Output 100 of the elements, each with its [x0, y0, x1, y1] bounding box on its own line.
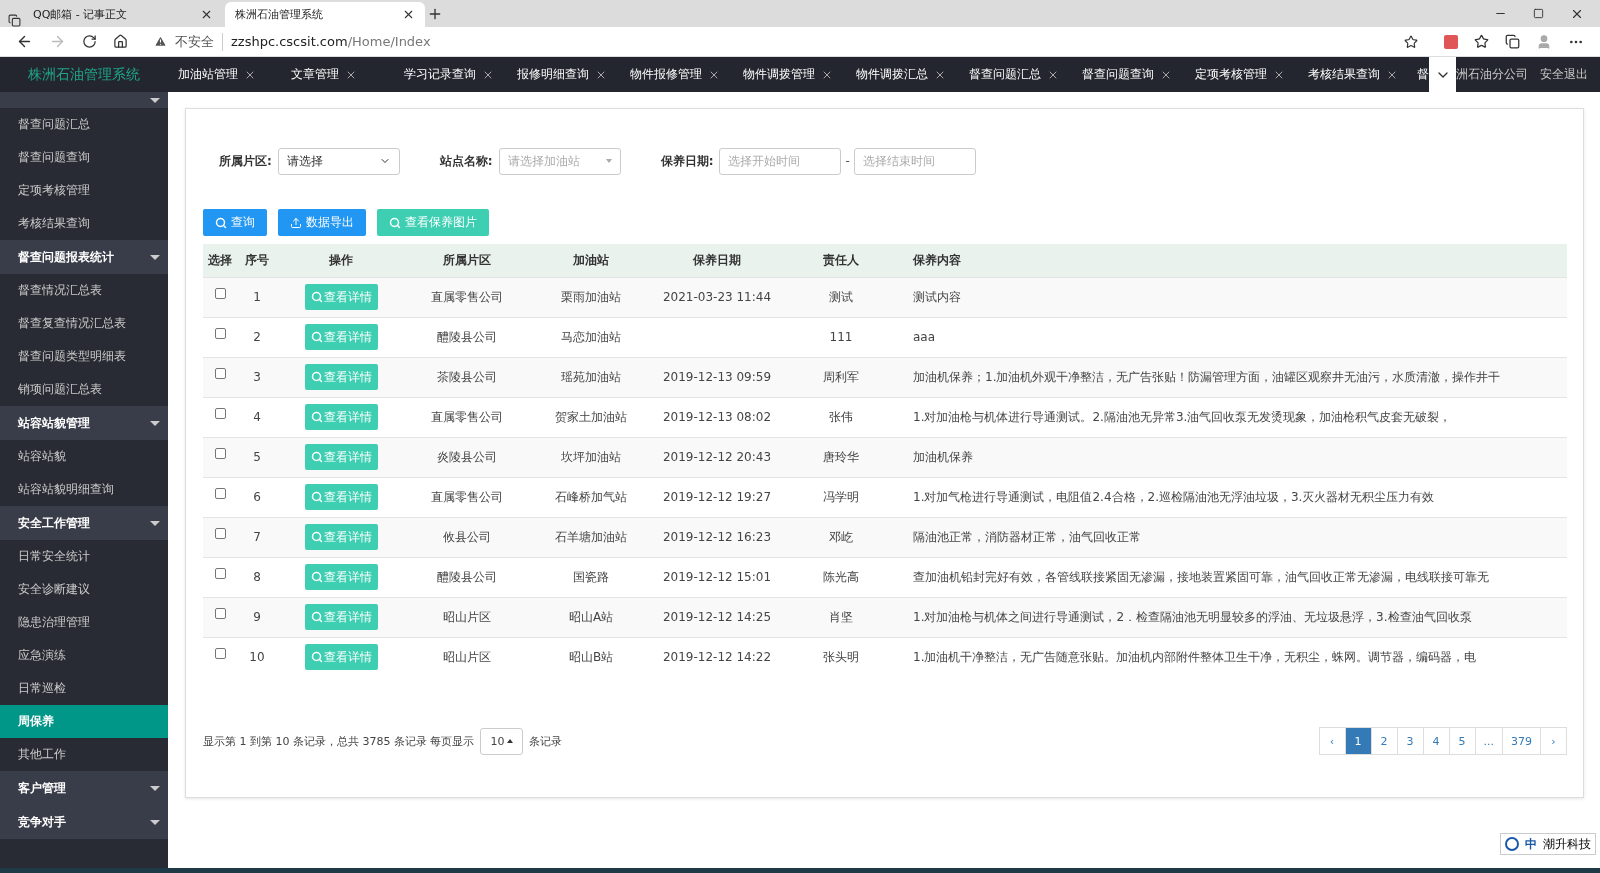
row-checkbox[interactable]	[214, 368, 226, 379]
sidebar-item[interactable]: 周保养	[0, 705, 168, 738]
sidebar-group[interactable]: 站容站貌管理	[0, 406, 168, 440]
area-select[interactable]: 请选择	[277, 147, 400, 175]
page-tab[interactable]: 督	[1411, 66, 1429, 83]
column-header: 选择	[203, 244, 237, 277]
column-header: 序号	[237, 244, 277, 277]
page-tab[interactable]: 考核结果查询	[1298, 66, 1411, 83]
search-icon	[310, 371, 323, 383]
back-icon[interactable]	[16, 33, 33, 50]
restore-icon[interactable]	[1533, 8, 1544, 19]
table-cell: 测试	[781, 277, 901, 317]
row-checkbox[interactable]	[214, 408, 226, 419]
page-link[interactable]: 1	[1344, 727, 1372, 755]
table-cell: 2	[237, 317, 277, 357]
group-label: 站容站貌管理	[18, 414, 90, 432]
table-cell: 2021-03-23 11:44	[653, 277, 781, 317]
ime-language[interactable]: 中	[1525, 835, 1537, 853]
extension-icon[interactable]	[1444, 34, 1458, 49]
table-cell: 10	[237, 637, 277, 677]
table-cell: 2019-12-12 19:27	[653, 477, 781, 517]
page-tab[interactable]: 物件调拨管理	[733, 66, 846, 83]
row-checkbox[interactable]	[214, 288, 226, 299]
page-tab[interactable]: 物件报修管理	[620, 66, 733, 83]
page-link[interactable]: 3	[1396, 727, 1424, 755]
group-label: 客户管理	[18, 779, 66, 797]
row-checkbox[interactable]	[214, 648, 226, 660]
table-cell: 7	[237, 517, 277, 557]
table-cell: 2019-12-13 09:59	[653, 357, 781, 397]
company-name: 洲石油分公司	[1456, 66, 1528, 83]
table-cell: 贺家土加油站	[529, 397, 653, 437]
table-cell: 6	[237, 477, 277, 517]
table-cell: 陈光高	[781, 557, 901, 597]
browser-tab[interactable]: QQ邮箱 - 记事正文	[23, 2, 223, 27]
records-summary: 显示第 1 到第 10 条记录，总共 3785 条记录 每页显示	[203, 733, 475, 749]
close-icon[interactable]	[402, 8, 415, 21]
table-cell: aaa	[901, 317, 1567, 357]
favorite-add-icon[interactable]	[1404, 34, 1418, 49]
page-link[interactable]: ›	[1540, 727, 1567, 755]
caret-icon	[507, 739, 514, 743]
close-icon[interactable]	[200, 8, 213, 21]
favorites-icon[interactable]	[1474, 34, 1489, 49]
page-link[interactable]: 4	[1422, 727, 1450, 755]
page-link[interactable]: 5	[1448, 727, 1476, 755]
browser-tab[interactable]: 株洲石油管理系统	[225, 2, 425, 27]
page-tab[interactable]: 督查问题查询	[1072, 66, 1185, 83]
tab-menu-button[interactable]	[1429, 57, 1456, 92]
ime-logo-icon	[1505, 837, 1519, 851]
row-checkbox[interactable]	[214, 568, 226, 579]
table-cell: 石峰桥加气站	[529, 477, 653, 517]
table-cell: 坎坪加油站	[529, 437, 653, 477]
search-icon	[310, 411, 323, 423]
sidebar-group[interactable]: 竞争对手	[0, 805, 168, 839]
table-cell: 2019-12-12 16:23	[653, 517, 781, 557]
page-link[interactable]: 379	[1502, 727, 1541, 755]
tab-actions-icon[interactable]	[8, 14, 21, 27]
reload-icon[interactable]	[82, 34, 97, 49]
page-tab[interactable]: 定项考核管理	[1185, 66, 1298, 83]
search-icon	[310, 331, 323, 343]
row-checkbox[interactable]	[214, 488, 226, 499]
row-checkbox[interactable]	[214, 448, 226, 459]
table-cell: 直属零售公司	[405, 277, 529, 317]
table-cell: 唐玲华	[781, 437, 901, 477]
column-header: 责任人	[781, 244, 901, 277]
logout-link[interactable]: 安全退出	[1540, 66, 1588, 83]
page-link[interactable]: 2	[1370, 727, 1398, 755]
group-label: 竞争对手	[18, 813, 66, 831]
table-cell: 加油机保养；1.加油机外观干净整洁，无广告张贴！防漏管理方面，油罐区观察井无油污，水质清澈，操作井干	[901, 357, 1567, 397]
column-header: 保养日期	[653, 244, 781, 277]
table-cell: 张伟	[781, 397, 901, 437]
url-host: zzshpc.cscsit.com	[231, 34, 348, 49]
table-cell: 周利军	[781, 357, 901, 397]
column-header: 保养内容	[901, 244, 1567, 277]
page-tab[interactable]: 督查问题汇总	[959, 66, 1072, 83]
page-tab[interactable]: 加油站管理	[168, 66, 281, 83]
row-checkbox[interactable]	[214, 328, 226, 339]
table-cell: 石羊塘加油站	[529, 517, 653, 557]
sidebar-group[interactable]: 客户管理	[0, 771, 168, 805]
page-size-select[interactable]: 10	[480, 727, 524, 755]
sidebar-group[interactable]: 安全工作管理	[0, 506, 168, 540]
page-tab[interactable]: 物件调拨汇总	[846, 66, 959, 83]
row-checkbox[interactable]	[214, 528, 226, 539]
table-cell: 国瓷路	[529, 557, 653, 597]
sidebar-group[interactable]: 督查问题报表统计	[0, 240, 168, 274]
home-icon[interactable]	[113, 34, 128, 49]
page-link[interactable]: ‹	[1318, 727, 1346, 755]
table-cell: 攸县公司	[405, 517, 529, 557]
url-path: /Home/Index	[347, 34, 431, 49]
caret-icon	[150, 420, 160, 426]
table-cell: 醴陵县公司	[405, 317, 529, 357]
row-checkbox[interactable]	[214, 608, 226, 619]
table-cell: 栗雨加油站	[529, 277, 653, 317]
page-tab[interactable]: 报修明细查询	[507, 66, 620, 83]
search-icon	[310, 291, 323, 303]
table-cell: 2019-12-12 15:01	[653, 557, 781, 597]
collections-icon[interactable]	[1505, 34, 1520, 49]
page-tab[interactable]: 文章管理	[281, 66, 394, 83]
page-tab[interactable]: 学习记录查询	[394, 66, 507, 83]
ime-toolbar[interactable]: 中 潮升科技	[1500, 833, 1596, 855]
table-cell: 加油机保养	[901, 437, 1567, 477]
